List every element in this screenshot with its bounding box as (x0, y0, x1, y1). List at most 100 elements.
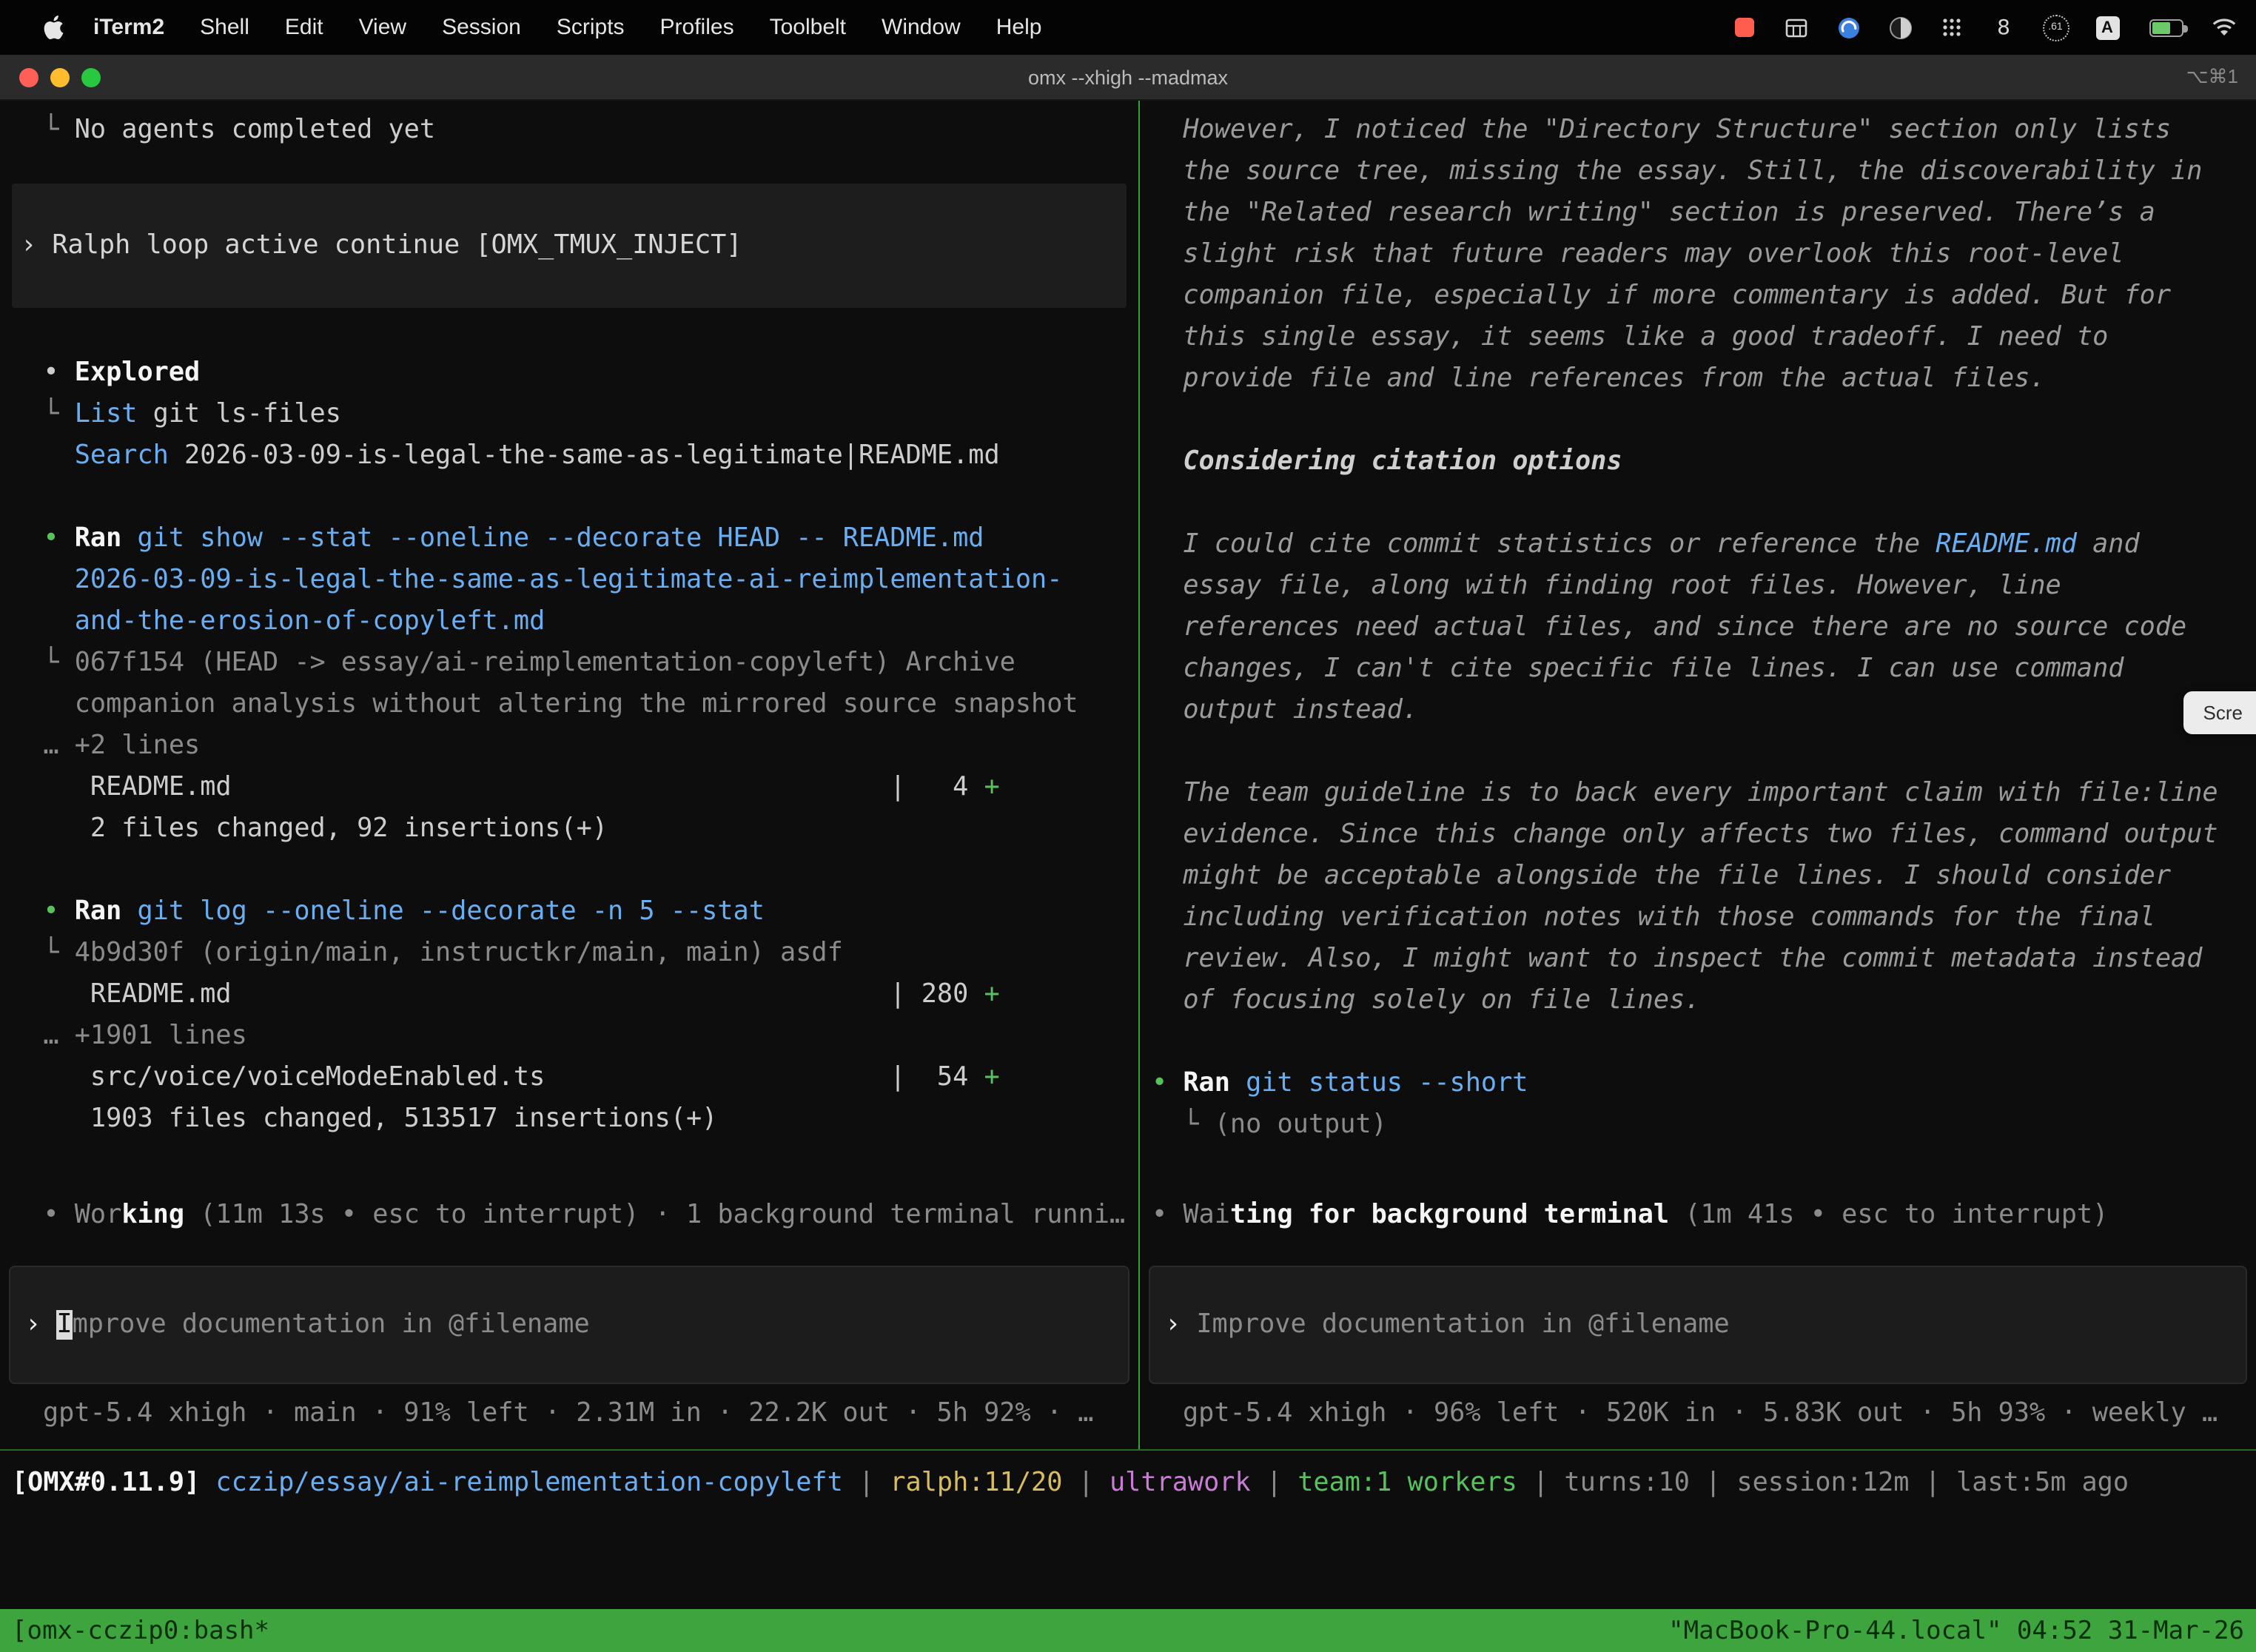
apple-menu[interactable] (30, 15, 75, 40)
text-segment: └ (12, 115, 75, 145)
screen-recording-indicator-icon[interactable] (1730, 13, 1759, 41)
terminal-line: └ List git ls-files (12, 394, 1127, 435)
terminal-line: However, I noticed the "Directory Struct… (1152, 110, 2244, 151)
macos-menubar: iTerm2ShellEditViewSessionScriptsProfile… (0, 0, 2256, 55)
input-source-icon[interactable]: A (2093, 13, 2121, 41)
text-segment: team:1 workers (1297, 1468, 1517, 1498)
text-segment: • Wai (1152, 1201, 1230, 1230)
terminal-line (1152, 731, 2244, 773)
left-agent-pane[interactable]: └ No agents completed yet › Ralph loop a… (0, 101, 1138, 1449)
left-transcript: • Explored └ List git ls-files Search 20… (12, 352, 1127, 1140)
menu-view[interactable]: View (341, 15, 425, 40)
close-button[interactable] (19, 67, 38, 87)
text-segment: List (75, 400, 138, 429)
dots-grid-icon[interactable] (1938, 13, 1966, 41)
menu-help[interactable]: Help (978, 15, 1060, 40)
prompt-chevron: › (25, 1310, 56, 1340)
text-segment: └ (no output) (1152, 1110, 1387, 1140)
right-agent-pane[interactable]: However, I noticed the "Directory Struct… (1140, 101, 2256, 1449)
text-segment: • (1152, 1069, 1183, 1098)
text-segment: the "Related research writing" section i… (1152, 198, 2155, 228)
text-segment: (1m 41s • esc to interrupt) (1669, 1201, 2108, 1230)
text-segment: this single essay, it seems like a good … (1152, 323, 2108, 352)
menu-scripts[interactable]: Scripts (539, 15, 642, 40)
text-segment: However, I noticed the "Directory Struct… (1152, 115, 2171, 145)
text-segment: README.md (1936, 530, 2077, 560)
text-segment: + (984, 773, 999, 802)
text-segment: README.md | 4 (12, 773, 984, 802)
dark-app-icon[interactable] (1886, 13, 1914, 41)
text-segment: Search (75, 441, 169, 471)
terminal-line: the "Related research writing" section i… (1152, 192, 2244, 234)
terminal-line: … +1901 lines (12, 1015, 1127, 1057)
terminal-line: this single essay, it seems like a good … (1152, 317, 2244, 358)
apple-icon (41, 15, 64, 40)
terminal-line: the source tree, missing the essay. Stil… (1152, 151, 2244, 192)
right-pane-scrollback: However, I noticed the "Directory Struct… (1140, 101, 2256, 1195)
text-segment: provide file and line references from th… (1152, 364, 2046, 394)
terminal-line: README.md | 4 + (12, 767, 1127, 808)
menu-shell[interactable]: Shell (182, 15, 267, 40)
right-transcript: However, I noticed the "Directory Struct… (1152, 110, 2244, 1146)
spaces-grid-icon[interactable] (1782, 13, 1810, 41)
left-working-status: • Working (11m 13s • esc to interrupt) ·… (0, 1195, 1138, 1236)
text-segment: and-the-erosion-of-copyleft.md (12, 607, 545, 637)
tmux-host-clock-label: "MacBook-Pro-44.local" 04:52 31-Mar-26 (1668, 1616, 2244, 1645)
text-segment: src/voice/voiceModeEnabled.ts | 54 (12, 1063, 984, 1092)
text-segment: Explored (75, 358, 201, 388)
screen-overlay-badge[interactable]: Scre (2184, 691, 2256, 734)
terminal-line (1152, 1021, 2244, 1063)
gauge-icon[interactable]: .61 (2041, 13, 2069, 41)
terminal-line (12, 850, 1127, 891)
omx-status-bar: [OMX#0.11.9] cczip/essay/ai-reimplementa… (0, 1451, 2256, 1516)
text-segment: might be acceptable alongside the file l… (1152, 862, 2171, 891)
terminal-line: src/voice/voiceModeEnabled.ts | 54 + (12, 1057, 1127, 1098)
terminal-line: evidence. Since this change only affects… (1152, 814, 2244, 856)
terminal-line: • Explored (12, 352, 1127, 394)
text-segment: slight risk that future readers may over… (1152, 240, 2124, 269)
left-pane-scrollback: └ No agents completed yet › Ralph loop a… (0, 101, 1138, 1195)
terminal-line: README.md | 280 + (12, 974, 1127, 1015)
text-segment: 1903 files changed, 513517 insertions(+) (12, 1104, 717, 1134)
menu-iterm2[interactable]: iTerm2 (75, 15, 182, 40)
tmux-status-bar: [omx-cczip0:bash* "MacBook-Pro-44.local"… (0, 1609, 2256, 1652)
left-working-line: • Working (11m 13s • esc to interrupt) ·… (12, 1195, 1127, 1236)
text-segment: companion analysis without altering the … (12, 690, 1078, 719)
terminal-area: └ No agents completed yet › Ralph loop a… (0, 101, 2256, 1652)
minimize-button[interactable] (50, 67, 70, 87)
tmux-session-window-label[interactable]: [omx-cczip0:bash* (12, 1616, 269, 1645)
text-segment: companion file, especially if more comme… (1152, 281, 2171, 311)
text-segment: • Wor (12, 1201, 121, 1230)
text-segment: Ran (75, 524, 122, 554)
terminal-line (12, 477, 1127, 518)
right-prompt-input[interactable]: › Improve documentation in @filename (1149, 1266, 2247, 1384)
battery-icon[interactable] (2145, 13, 2186, 41)
menu-session[interactable]: Session (424, 15, 539, 40)
terminal-line: 2 files changed, 92 insertions(+) (12, 808, 1127, 850)
menu-toolbelt[interactable]: Toolbelt (752, 15, 864, 40)
terminal-line: └ (no output) (1152, 1104, 2244, 1146)
text-segment: ting for background terminal (1230, 1201, 1669, 1230)
menu-profiles[interactable]: Profiles (642, 15, 752, 40)
blue-app-icon[interactable] (1834, 13, 1862, 41)
text-segment: • (12, 524, 75, 554)
text-segment: Ran (75, 897, 122, 927)
ralph-loop-banner: › Ralph loop active continue [OMX_TMUX_I… (12, 184, 1127, 308)
terminal-line: • Ran git log --oneline --decorate -n 5 … (12, 891, 1127, 933)
figure-eight-icon[interactable]: 8 (1990, 13, 2018, 41)
left-prompt-input[interactable]: › Improve documentation in @filename (9, 1266, 1129, 1384)
screen: iTerm2ShellEditViewSessionScriptsProfile… (0, 0, 2256, 1652)
wifi-icon[interactable] (2210, 13, 2238, 41)
text-segment: └ (12, 400, 75, 429)
terminal-line: slight risk that future readers may over… (1152, 234, 2244, 275)
text-segment: No agents completed yet (75, 115, 435, 145)
terminal-line: changes, I can't cite specific file line… (1152, 648, 2244, 690)
terminal-line: 1903 files changed, 513517 insertions(+) (12, 1098, 1127, 1140)
input-placeholder-text: Improve documentation in @filename (1196, 1310, 1729, 1340)
text-segment: changes, I can't cite specific file line… (1152, 654, 2124, 684)
menu-window[interactable]: Window (864, 15, 978, 40)
zoom-button[interactable] (81, 67, 101, 87)
text-segment: of focusing solely on file lines. (1152, 986, 1700, 1015)
menu-edit[interactable]: Edit (267, 15, 341, 40)
text-segment: └ 067f154 (HEAD -> essay/ai-reimplementa… (12, 648, 1015, 678)
